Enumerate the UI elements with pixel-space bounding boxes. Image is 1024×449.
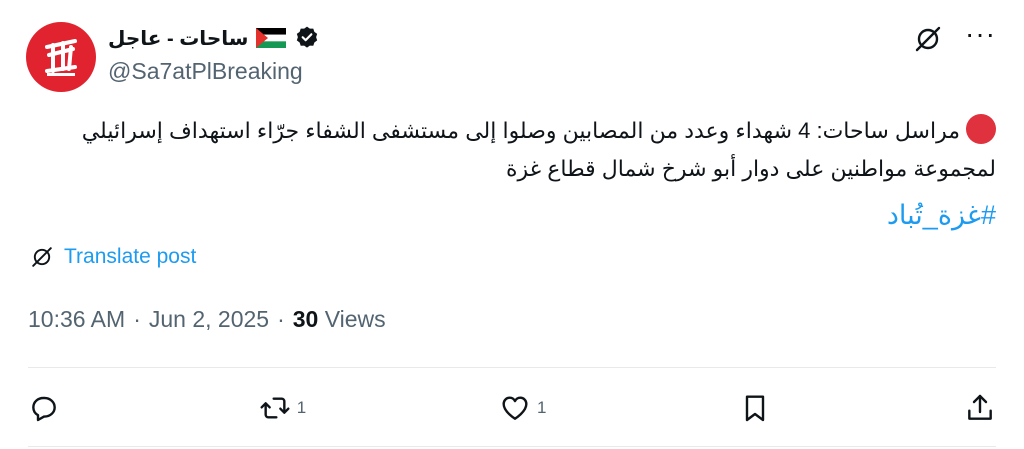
hashtag-link[interactable]: #غزة_تُباد	[887, 200, 996, 231]
views-label: Views	[324, 306, 386, 332]
heart-icon	[502, 396, 528, 420]
tweet-line-2: لمجموعة مواطنين على دوار أبو شرخ شمال قط…	[505, 156, 996, 181]
divider	[28, 367, 996, 368]
repost-count: 1	[296, 398, 307, 417]
views-count: 30	[292, 306, 319, 332]
account-name-row: ساحات - عاجل	[108, 22, 320, 54]
repost-button[interactable]: 1	[259, 392, 306, 424]
divider	[28, 446, 996, 447]
like-count: 1	[537, 398, 547, 417]
tweet-line-1: مراسل ساحات: 4 شهداء وعدد من المصابين وص…	[81, 118, 960, 143]
bookmark-button[interactable]	[739, 392, 771, 424]
red-circle-emoji	[966, 114, 996, 144]
repost-icon	[260, 397, 290, 419]
display-name[interactable]: ساحات - عاجل	[108, 26, 248, 51]
action-bar: 1 1	[28, 386, 996, 430]
verified-badge-icon	[297, 26, 318, 48]
reply-icon	[32, 396, 56, 422]
share-icon	[968, 394, 992, 420]
share-button[interactable]	[964, 392, 996, 424]
tweet-time[interactable]: 10:36 AM	[28, 306, 125, 333]
tweet-meta: 10:36 AM · Jun 2, 2025 · 30 Views	[28, 306, 386, 333]
reply-button[interactable]	[28, 392, 66, 424]
account-handle[interactable]: @Sa7atPlBreaking	[108, 58, 303, 85]
translate-post-link[interactable]: Translate post	[30, 245, 196, 269]
palestine-flag-icon	[256, 28, 287, 48]
more-options-icon[interactable]: ···	[965, 20, 996, 48]
grok-icon	[32, 247, 52, 267]
tweet-text: مراسل ساحات: 4 شهداء وعدد من المصابين وص…	[36, 112, 996, 188]
sa7at-logo-icon	[45, 39, 77, 76]
translate-label: Translate post	[64, 245, 197, 268]
meta-separator: ·	[133, 306, 141, 332]
tweet-date[interactable]: Jun 2, 2025	[149, 306, 269, 333]
bookmark-icon	[746, 395, 765, 422]
like-button[interactable]: 1	[499, 392, 546, 424]
meta-separator: ·	[277, 306, 285, 332]
top-actions: ···	[913, 20, 996, 56]
grok-icon[interactable]	[913, 24, 943, 54]
avatar[interactable]	[26, 22, 96, 92]
